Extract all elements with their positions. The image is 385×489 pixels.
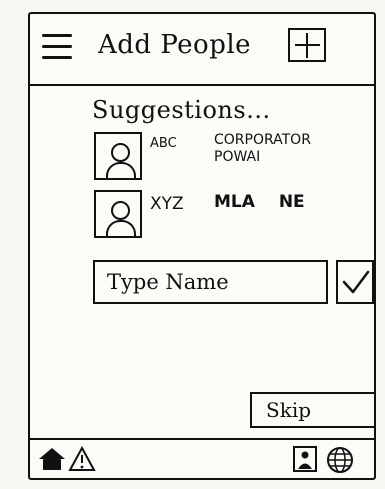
add-button[interactable] bbox=[288, 28, 326, 62]
person-name: ABC bbox=[150, 136, 177, 151]
suggestions-heading: Suggestions... bbox=[92, 96, 271, 124]
suggestion-item[interactable]: ABC CORPORATOR POWAI bbox=[94, 132, 364, 192]
avatar bbox=[94, 190, 142, 238]
phone-frame: Add People Suggestions... ABC CORPORATOR… bbox=[28, 12, 376, 480]
globe-icon[interactable] bbox=[326, 446, 354, 474]
skip-button[interactable]: Skip bbox=[250, 392, 376, 428]
page-title: Add People bbox=[98, 30, 252, 60]
warning-icon[interactable] bbox=[68, 446, 96, 472]
footer-bar bbox=[30, 438, 374, 478]
person-role: MLA NE bbox=[214, 192, 305, 212]
person-role: CORPORATOR POWAI bbox=[214, 132, 311, 165]
check-icon bbox=[342, 270, 370, 294]
home-icon[interactable] bbox=[38, 446, 66, 472]
header-bar: Add People bbox=[30, 14, 374, 86]
confirm-button[interactable] bbox=[336, 260, 374, 304]
avatar bbox=[94, 132, 142, 180]
person-name: XYZ bbox=[150, 194, 184, 214]
type-name-input[interactable] bbox=[93, 260, 328, 304]
hamburger-menu-icon[interactable] bbox=[42, 34, 72, 64]
suggestion-item[interactable]: XYZ MLA NE bbox=[94, 190, 364, 250]
profile-icon[interactable] bbox=[292, 446, 318, 472]
